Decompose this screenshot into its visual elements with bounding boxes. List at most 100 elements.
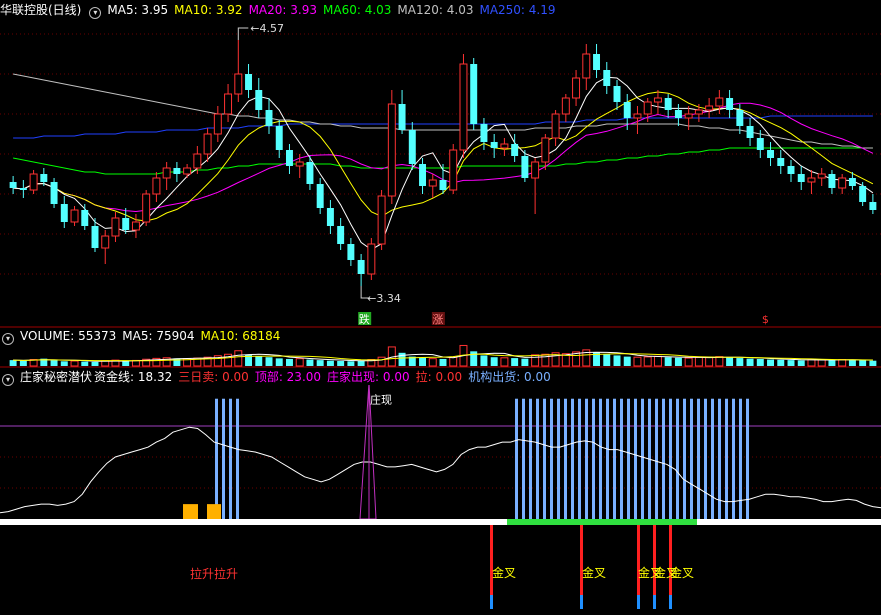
candle-body (275, 126, 283, 150)
candle-body (623, 102, 631, 118)
candle-body (449, 149, 458, 191)
golden-cross-label: 金叉 (670, 565, 694, 580)
signal-bar (606, 398, 609, 519)
ma250-line (13, 115, 873, 139)
volume-bar (746, 358, 754, 366)
signal-bar (711, 398, 714, 519)
golden-cross-bar (580, 525, 583, 595)
candle-body (101, 235, 110, 249)
volume-chart[interactable] (0, 344, 881, 368)
golden-cross-bar (653, 525, 656, 595)
signal-bar (662, 398, 665, 519)
signal-bar (599, 398, 602, 519)
golden-cross-bar (490, 525, 493, 595)
volume-bar (715, 356, 724, 367)
candle-body (387, 103, 396, 197)
candle-body (633, 113, 642, 119)
candle-body (807, 177, 816, 183)
volume-bar (653, 355, 662, 367)
volume-bar (377, 356, 386, 367)
candle-body (398, 104, 406, 130)
volume-bar (357, 360, 365, 366)
candle-body (838, 177, 847, 189)
candle-body (111, 217, 120, 237)
candle-body (70, 209, 79, 223)
candle-body (603, 70, 611, 86)
volume-bar (767, 359, 775, 366)
volume-bar (470, 351, 478, 366)
candle-body (347, 244, 355, 260)
volume-bar (19, 360, 27, 366)
volume-bar (777, 359, 785, 366)
candle-body (255, 90, 263, 110)
candle-body (653, 97, 662, 103)
candle-body (295, 161, 304, 167)
candle-body (582, 53, 591, 79)
candle-body (828, 174, 836, 188)
candle-body (767, 150, 775, 158)
candle-body (500, 143, 509, 149)
ma60-readout: MA60: 4.03 (323, 3, 392, 17)
volume-bar (60, 361, 68, 366)
candle-body (367, 243, 376, 275)
volume-bar (275, 358, 283, 366)
signal-bar (655, 398, 658, 519)
golden-cross-label: 金叉 (582, 565, 606, 580)
candle-body (869, 202, 877, 210)
volume-bar (306, 359, 314, 366)
mark-rise: 涨 (432, 313, 443, 326)
candle-body (561, 97, 570, 115)
volume-bar (316, 360, 324, 366)
fund-line-readout: 资金线: 18.32 (94, 370, 173, 384)
volume-bar (347, 361, 355, 366)
volume-ma5-readout: MA5: 75904 (122, 329, 195, 343)
signal-bar (746, 398, 749, 519)
volume-bar (91, 361, 99, 366)
volume-bar (81, 361, 89, 366)
candle-body (19, 188, 27, 190)
pull-up-label: 拉升拉升 (190, 566, 238, 581)
signal-bar (718, 398, 721, 519)
dealer-appear-readout: 庄家出现: 0.00 (327, 370, 410, 384)
indicator-chart[interactable]: 庄现拉升拉升 金叉 金叉 金叉金叉金叉 (0, 385, 881, 615)
golden-cross-base (490, 595, 493, 609)
green-band (507, 519, 697, 525)
signal-bar (536, 398, 539, 519)
volume-bar (428, 358, 437, 367)
volume-bar (664, 357, 672, 366)
dealer-peak-label: 庄现 (370, 393, 392, 407)
candle-body (859, 186, 867, 202)
signal-bar (515, 398, 518, 519)
candle-body (490, 142, 498, 148)
volume-bar (265, 357, 273, 366)
signal-bar (592, 398, 595, 519)
candle-body (613, 86, 621, 102)
candle-body (122, 218, 130, 230)
candle-body (213, 113, 222, 135)
volume-bar (674, 357, 682, 366)
candle-body (142, 193, 151, 223)
volume-bar (705, 356, 714, 367)
candle-body (203, 133, 212, 155)
candle-body (173, 168, 181, 174)
signal-bar (676, 398, 679, 519)
volume-bar (122, 361, 130, 366)
volume-bar (817, 359, 826, 367)
candle-body (572, 77, 581, 99)
volume-bar (255, 356, 263, 366)
candle-body (306, 162, 314, 184)
volume-bar (285, 358, 293, 366)
volume-bar (449, 356, 458, 367)
signal-bar (704, 398, 707, 519)
golden-cross-base (669, 595, 672, 609)
candlestick-chart[interactable]: ←4.57 ←3.34 跌 涨 $ (0, 18, 881, 328)
volume-bar (684, 357, 693, 367)
candle-body (337, 226, 345, 244)
signal-bar (634, 398, 637, 519)
volume-bar (480, 355, 488, 366)
candle-body (736, 110, 744, 126)
volume-bar (736, 358, 744, 366)
candle-body (50, 182, 58, 204)
candle-body (684, 113, 693, 119)
golden-cross-base (580, 595, 583, 609)
